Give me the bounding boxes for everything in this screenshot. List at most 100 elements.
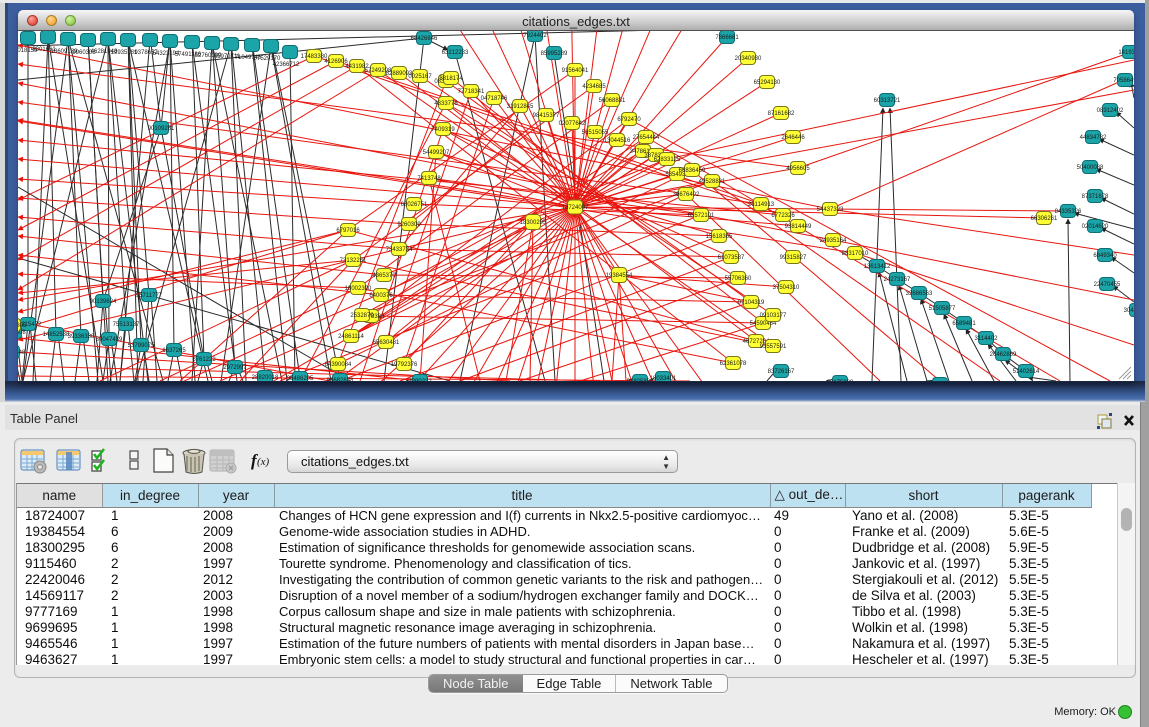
svg-text:19792376: 19792376 [391,362,418,368]
svg-text:85995289: 85995289 [541,51,568,57]
svg-text:90109281: 90109281 [148,126,175,132]
svg-text:19384554: 19384554 [606,273,633,279]
svg-text:18724007: 18724007 [562,205,589,211]
svg-text:27654444: 27654444 [633,135,660,141]
svg-text:24861114: 24861114 [338,334,364,340]
svg-text:65572101: 65572101 [688,213,715,219]
svg-text:18300295: 18300295 [520,220,547,226]
svg-text:65294130: 65294130 [754,80,781,86]
svg-text:15618365: 15618365 [706,234,733,240]
svg-text:1419314: 1419314 [1118,50,1134,56]
svg-text:13044516: 13044516 [604,138,631,144]
svg-text:84335326: 84335326 [1055,209,1082,215]
svg-text:91564041: 91564041 [562,68,589,74]
svg-text:6400376: 6400376 [369,293,393,299]
svg-text:0025167: 0025167 [408,74,432,80]
svg-text:14852538: 14852538 [43,332,70,338]
svg-text:02077642: 02077642 [559,121,586,127]
svg-text:1637265: 1637265 [162,348,186,354]
svg-text:3114402: 3114402 [975,336,999,342]
svg-text:75513137: 75513137 [113,322,140,328]
svg-text:7866661: 7866661 [715,35,739,41]
svg-text:13613412: 13613412 [864,264,891,270]
svg-text:4365370: 4365370 [372,273,396,279]
svg-text:98682828: 98682828 [327,378,354,381]
svg-text:65630481: 65630481 [373,340,400,346]
svg-text:56515055: 56515055 [582,130,609,136]
svg-text:66306261: 66306261 [1031,216,1058,222]
svg-text:4234685: 4234685 [582,84,606,90]
svg-text:28820018: 28820018 [252,375,279,381]
svg-text:53799075: 53799075 [128,343,155,349]
svg-text:32686563: 32686563 [906,291,933,297]
svg-text:26462889: 26462889 [990,352,1017,358]
svg-text:8818174: 8818174 [439,76,463,82]
svg-text:9260309: 9260309 [397,222,421,228]
svg-text:2972997: 2972997 [223,365,247,371]
svg-text:6797016: 6797016 [336,228,360,234]
svg-text:2532870: 2532870 [350,313,374,319]
svg-text:01995305: 01995305 [18,323,27,329]
svg-text:18002390: 18002390 [345,286,372,292]
svg-text:26114913: 26114913 [748,202,775,208]
svg-text:60026751: 60026751 [401,202,428,208]
svg-text:90139624: 90139624 [90,299,117,305]
svg-text:30435205: 30435205 [1124,308,1134,314]
svg-text:7058649: 7058649 [1113,78,1134,84]
svg-text:7413748: 7413748 [417,176,441,182]
svg-text:95711777: 95711777 [136,293,163,299]
svg-text:73433734: 73433734 [386,247,413,253]
svg-text:44834782: 44834782 [1080,135,1107,141]
svg-text:6761222: 6761222 [192,357,216,363]
svg-text:68426846: 68426846 [411,36,438,42]
svg-text:22470455: 22470455 [1094,282,1121,288]
svg-text:42366712: 42366712 [273,62,300,68]
svg-text:18033401: 18033401 [650,376,677,381]
svg-text:80175989: 80175989 [827,380,854,381]
svg-text:50400088: 50400088 [1077,165,1104,171]
svg-text:31912845: 31912845 [507,104,534,110]
svg-text:63304348: 63304348 [18,350,26,356]
svg-text:20340930: 20340930 [735,56,762,62]
svg-text:04718746: 04718746 [481,96,508,102]
svg-text:7290222: 7290222 [408,379,432,381]
svg-text:56068831: 56068831 [599,98,626,104]
svg-text:36676402: 36676402 [673,192,700,198]
svg-text:24935164: 24935164 [820,238,847,244]
svg-text:50047439: 50047439 [96,337,123,343]
svg-text:62833125: 62833125 [654,157,681,163]
svg-text:87161682: 87161682 [768,111,795,117]
svg-text:09103177: 09103177 [760,313,787,319]
svg-text:08312402: 08312402 [1097,108,1124,114]
svg-text:(x): (x) [257,456,270,468]
svg-text:99315827: 99315827 [780,255,807,261]
svg-text:88317010: 88317010 [842,251,869,257]
svg-text:63212233: 63212233 [442,50,469,56]
svg-text:73132281: 73132281 [340,258,367,264]
svg-text:07104319: 07104319 [738,300,765,306]
svg-text:39336338: 39336338 [68,334,95,340]
svg-text:51402614: 51402614 [1013,369,1040,375]
svg-text:61073587: 61073587 [718,255,745,261]
svg-text:93557591: 93557591 [760,344,787,350]
svg-text:98415377: 98415377 [533,113,560,119]
svg-text:87371678: 87371678 [1082,194,1109,200]
svg-text:54499207: 54499207 [423,150,450,156]
svg-text:60313721: 60313721 [874,98,901,104]
svg-text:4333776: 4333776 [434,101,458,107]
svg-text:2646446: 2646446 [781,135,805,141]
svg-text:64390084: 64390084 [325,362,352,368]
svg-text:83726167: 83726167 [768,369,795,375]
svg-text:77718341: 77718341 [458,89,485,95]
svg-text:7924402: 7924402 [523,33,547,39]
svg-text:95486205: 95486205 [287,376,314,381]
svg-text:24273167: 24273167 [884,277,911,283]
svg-text:7409319: 7409319 [431,127,455,133]
svg-text:51505877: 51505877 [929,306,956,312]
svg-text:6772326: 6772326 [771,213,795,219]
svg-text:02014620: 02014620 [1082,224,1109,230]
svg-text:93814449: 93814449 [785,224,812,230]
svg-text:62361078: 62361078 [720,361,747,367]
svg-text:6792470: 6792470 [617,117,641,123]
svg-text:4956605: 4956605 [786,166,810,172]
